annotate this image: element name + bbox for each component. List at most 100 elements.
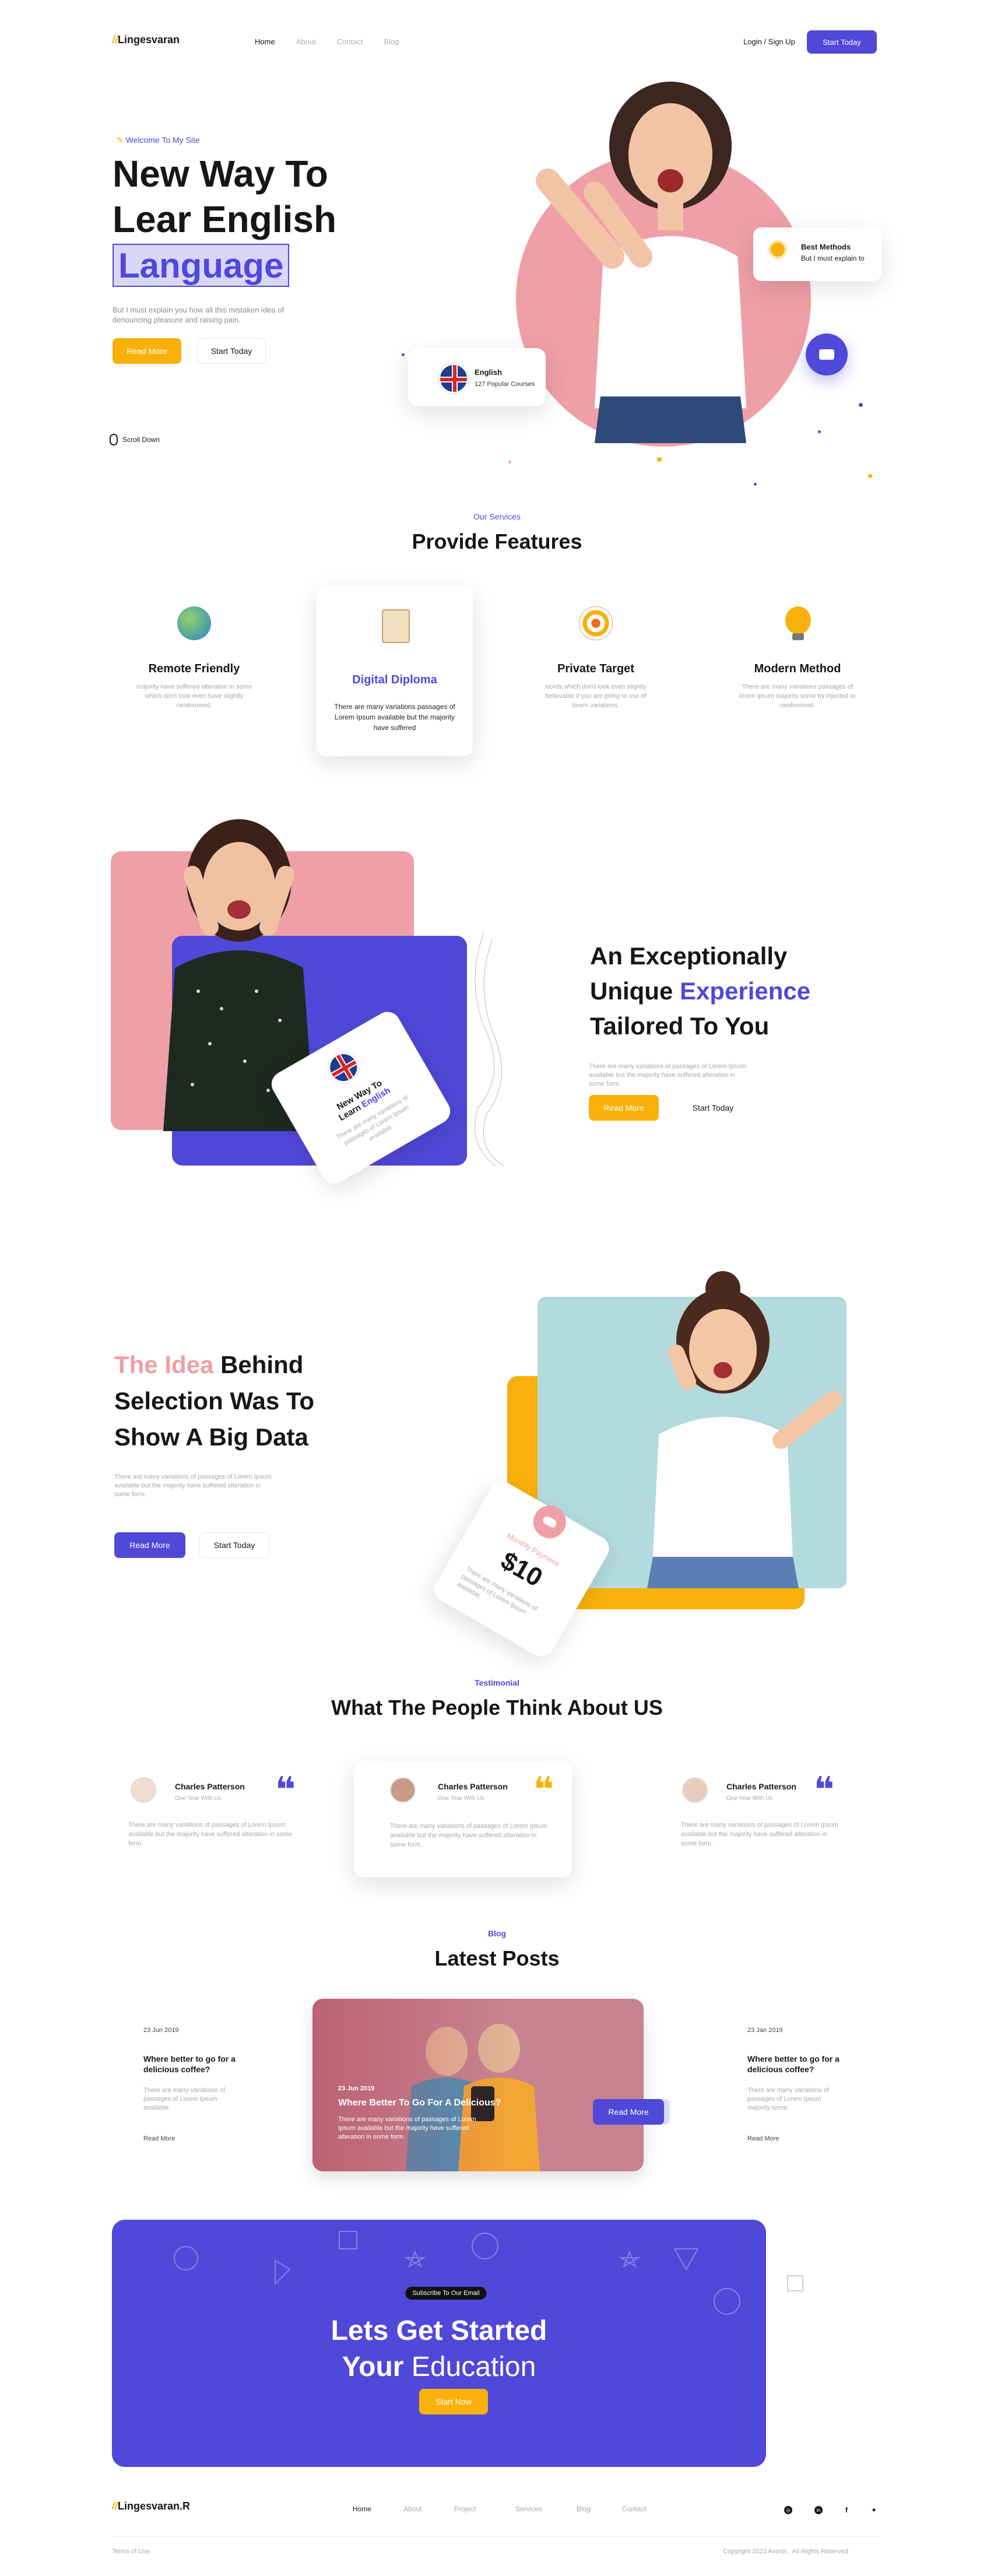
scroll-down[interactable]: Scroll Down xyxy=(110,434,160,445)
hero-start-today-button[interactable]: Start Today xyxy=(197,338,266,364)
testimonial-card[interactable]: Charles Patterson One Year With Us ❝ The… xyxy=(122,1773,297,1872)
globe-icon xyxy=(177,606,211,640)
service-digital-diploma[interactable]: Digital Diploma There are many variation… xyxy=(317,586,473,756)
lightbulb-icon xyxy=(785,606,811,634)
testimonial-section: Testimonial What The People Think About … xyxy=(0,1673,994,1907)
avatar xyxy=(131,1777,156,1803)
decor-dot xyxy=(859,403,863,407)
testimonial-role: One Year With Us xyxy=(438,1795,484,1802)
services-eyebrow: Our Services xyxy=(473,512,521,521)
service-title: Private Target xyxy=(557,662,634,675)
footer-nav: Home About Project Services Blog Contact xyxy=(353,2505,646,2513)
post-title: Where better to go for a delicious coffe… xyxy=(747,2054,840,2074)
subscribe-badge[interactable]: Subscribe To Our Email xyxy=(405,2287,487,2300)
english-card[interactable]: English 127 Popular Courses xyxy=(408,348,546,406)
service-modern-method[interactable]: Modern Method There are many variations … xyxy=(730,595,865,709)
experience-start-today-button[interactable]: Start Today xyxy=(679,1095,747,1121)
best-methods-title: Best Methods xyxy=(801,243,851,251)
idea-desc: There are many variations of passages of… xyxy=(114,1473,272,1498)
testimonial-text: There are many variations of passages of… xyxy=(390,1823,547,1848)
services-title: Provide Features xyxy=(412,529,582,553)
footer-link-home[interactable]: Home xyxy=(353,2505,403,2513)
testimonial-text: There are many variations of passages of… xyxy=(128,1822,293,1847)
service-desc: words which don't look even slightly bel… xyxy=(545,683,647,709)
footer-divider xyxy=(112,2536,880,2537)
award-icon xyxy=(768,240,787,259)
service-remote-friendly[interactable]: Remote Friendly majority have suffered a… xyxy=(127,595,261,709)
service-title: Remote Friendly xyxy=(148,662,240,675)
login-link[interactable]: Login / Sign Up xyxy=(743,37,795,46)
twitter-icon[interactable]: ✦ xyxy=(870,2506,878,2514)
best-methods-subtitle: But I must explain to xyxy=(801,254,865,262)
hero-title-line2: Lear English xyxy=(113,198,337,240)
decor-dot xyxy=(402,353,405,356)
nav-contact[interactable]: Contact xyxy=(337,37,363,46)
footer: //Lingesvaran.R Home About Project Servi… xyxy=(0,2490,994,2576)
footer-logo[interactable]: //Lingesvaran.R xyxy=(112,2500,190,2512)
blog-post-left[interactable]: 23 Jun 2019 Where better to go for a del… xyxy=(143,2027,254,2167)
experience-section: New Way To Learn English There are many … xyxy=(0,816,994,1189)
post-desc: There are many variations of passages of… xyxy=(143,2087,226,2111)
lightbulb-base-icon xyxy=(792,633,804,640)
avatar xyxy=(682,1777,708,1803)
blog-section: Blog Latest Posts 23 Jun 2019 Where bett… xyxy=(0,1924,994,2204)
decor-dot xyxy=(657,457,662,462)
decor-dot xyxy=(868,474,872,478)
cta-title: Lets Get Started Your Education xyxy=(331,2315,547,2382)
target-icon xyxy=(579,606,613,640)
footer-link-about[interactable]: About xyxy=(403,2505,454,2513)
start-today-button[interactable]: Start Today xyxy=(807,30,877,54)
cta-start-now-button[interactable]: Start Now xyxy=(419,2389,488,2414)
idea-student-image xyxy=(647,1271,842,1588)
decor-dot xyxy=(754,483,757,486)
logo-mark-icon: // xyxy=(112,2500,118,2512)
instagram-icon[interactable]: ◎ xyxy=(784,2506,792,2514)
testimonial-role: One Year With Us xyxy=(726,1795,773,1802)
post-desc: There are many variations of passages of… xyxy=(338,2116,476,2140)
nav-about[interactable]: About xyxy=(296,37,316,46)
testimonial-title: What The People Think About US xyxy=(331,1696,663,1719)
post-read-more-link[interactable]: Read More xyxy=(143,2135,175,2142)
post-desc: There are many variations of passages of… xyxy=(747,2087,830,2111)
best-methods-card[interactable]: Best Methods But I must explain to xyxy=(753,227,881,281)
post-read-more-link[interactable]: Read More xyxy=(747,2135,779,2142)
footer-link-blog[interactable]: Blog xyxy=(577,2505,622,2513)
service-desc: There are many variations passages of Lo… xyxy=(334,703,455,732)
navbar: //Lingesvaran Home About Contact Blog Lo… xyxy=(0,0,994,82)
chat-icon-button[interactable] xyxy=(806,334,848,375)
footer-link-project[interactable]: Project xyxy=(454,2505,515,2513)
idea-read-more-button[interactable]: Read More xyxy=(114,1532,185,1558)
service-title: Modern Method xyxy=(754,662,841,675)
blog-post-featured[interactable]: 23 Jun 2019 Where Better To Go For A Del… xyxy=(312,1999,644,2171)
footer-link-contact[interactable]: Contact xyxy=(622,2505,646,2513)
experience-read-more-button[interactable]: Read More xyxy=(589,1095,659,1121)
quote-icon: ❝ xyxy=(533,1770,554,1809)
testimonial-card-featured[interactable]: Charles Patterson One Year With Us ❝ The… xyxy=(354,1761,572,1877)
service-private-target[interactable]: Private Target words which don't look ev… xyxy=(529,595,663,709)
testimonial-card[interactable]: Charles Patterson One Year With Us ❝ The… xyxy=(676,1773,851,1872)
idea-start-today-button[interactable]: Start Today xyxy=(199,1532,269,1558)
cta-section: Subscribe To Our Email Lets Get Started … xyxy=(112,2220,766,2467)
blog-featured-read-more-button[interactable]: Read More xyxy=(593,2099,664,2125)
nav-home[interactable]: Home xyxy=(255,37,275,46)
testimonial-role: One Year With Us xyxy=(175,1795,222,1802)
testimonial-eyebrow: Testimonial xyxy=(475,1678,519,1687)
terms-link[interactable]: Terms of Use xyxy=(112,2548,150,2555)
hero-description: But I must explain you how all this mist… xyxy=(113,306,284,324)
linkedin-icon[interactable]: in xyxy=(814,2506,823,2514)
idea-title: The Idea Behind Selection Was To Show A … xyxy=(114,1351,315,1451)
hero-section: ✎ Welcome To My Site New Way To Lear Eng… xyxy=(0,82,994,490)
logo[interactable]: //Lingesvaran xyxy=(112,34,180,46)
facebook-icon[interactable]: f xyxy=(842,2506,851,2514)
nav-blog[interactable]: Blog xyxy=(384,37,399,46)
footer-link-services[interactable]: Services xyxy=(515,2505,577,2513)
experience-title: An Exceptionally Unique Experience Tailo… xyxy=(590,942,811,1040)
pencil-icon: ✎ xyxy=(117,135,124,145)
avatar xyxy=(390,1777,416,1803)
hero-read-more-button[interactable]: Read More xyxy=(113,338,181,364)
service-desc: There are many variations passages of lo… xyxy=(739,683,856,709)
copyright: Copyright 2023 Avenix . All Rights Reser… xyxy=(723,2548,849,2555)
post-date: 23 Jan 2019 xyxy=(747,2027,783,2034)
blog-post-right[interactable]: 23 Jan 2019 Where better to go for a del… xyxy=(747,2027,858,2167)
post-date: 23 Jun 2019 xyxy=(338,2085,375,2092)
